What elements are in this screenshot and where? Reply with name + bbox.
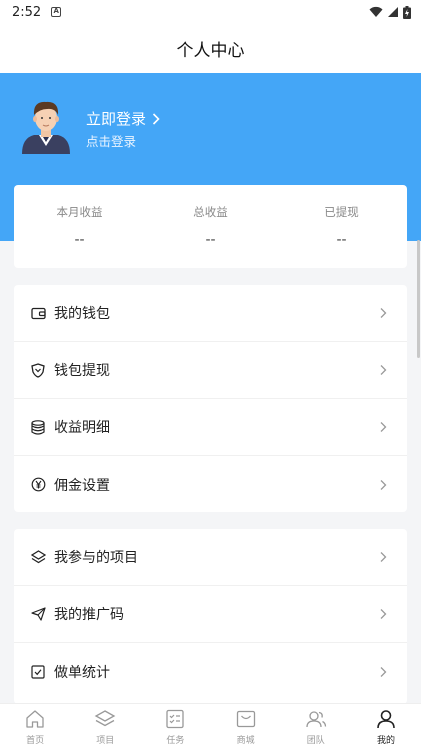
stat-label: 已提现: [324, 205, 359, 219]
stat-value: --: [336, 232, 347, 248]
chevron-right-icon: [380, 666, 387, 677]
title-bar: 个人中心: [0, 24, 421, 73]
menu-item-label: 佣金设置: [54, 477, 110, 494]
menu-item-my-projects[interactable]: 我参与的项目: [14, 529, 407, 586]
stat-value: --: [205, 232, 216, 248]
tab-label: 项目: [96, 736, 115, 746]
status-time: 2:52: [12, 4, 42, 20]
database-icon: [30, 419, 46, 435]
mall-icon: [236, 710, 255, 728]
menu-item-label: 我参与的项目: [54, 550, 138, 566]
status-right: [369, 5, 411, 19]
menu-item-commission-settings[interactable]: 佣金设置: [14, 456, 407, 512]
stat-label: 总收益: [193, 205, 228, 219]
menu-item-label: 我的钱包: [54, 306, 110, 322]
tab-label: 任务: [166, 736, 185, 746]
tab-home[interactable]: 首页: [0, 704, 70, 748]
wallet-icon: [30, 305, 46, 321]
chevron-right-icon: [380, 422, 387, 432]
login-link[interactable]: 立即登录: [86, 108, 160, 129]
team-icon: [306, 711, 326, 728]
earnings-stats-card: 本月收益 -- 总收益 -- 已提现 --: [14, 185, 407, 268]
layers-icon: [94, 710, 116, 727]
login-title-text: 立即登录: [86, 110, 147, 128]
layers-icon: [30, 549, 46, 565]
tab-mall[interactable]: 商城: [211, 704, 281, 748]
tab-projects[interactable]: 项目: [70, 704, 140, 748]
tab-label: 团队: [306, 736, 325, 746]
tab-label: 我的: [376, 736, 395, 746]
status-bar: 2:52 A: [0, 0, 421, 24]
menu-item-wallet-withdraw[interactable]: 钱包提现: [14, 342, 407, 399]
stat-label: 本月收益: [56, 205, 103, 219]
user-icon: [377, 710, 395, 729]
tab-me[interactable]: 我的: [351, 704, 421, 748]
yen-icon: [30, 477, 46, 493]
scrollbar-thumb[interactable]: [417, 240, 420, 358]
notification-icon: A: [51, 7, 62, 17]
menu-item-label: 钱包提现: [54, 363, 110, 379]
shield-icon: [30, 362, 46, 378]
stat-total-earnings[interactable]: 总收益 --: [145, 185, 276, 268]
chevron-right-icon: [380, 308, 387, 318]
chevron-right-icon: [380, 609, 387, 619]
page-title: 个人中心: [176, 41, 245, 61]
menu-group-projects: 我参与的项目 我的推广码 做单统计: [14, 529, 407, 704]
menu-group-wallet: 我的钱包 钱包提现 收益明细 佣金设置: [14, 285, 407, 512]
avatar[interactable]: [20, 98, 72, 154]
tab-tasks[interactable]: 任务: [140, 704, 210, 748]
battery-icon: [403, 5, 411, 19]
wifi-icon: [369, 6, 383, 17]
chevron-right-icon: [152, 112, 160, 125]
stat-monthly-earnings[interactable]: 本月收益 --: [14, 185, 145, 268]
cell-signal-icon: [388, 7, 398, 17]
chevron-right-icon: [380, 479, 387, 490]
menu-item-my-wallet[interactable]: 我的钱包: [14, 285, 407, 342]
menu-item-label: 做单统计: [54, 664, 110, 681]
menu-item-earnings-detail[interactable]: 收益明细: [14, 399, 407, 456]
tab-label: 商城: [236, 736, 255, 746]
stat-value: --: [74, 232, 85, 248]
menu-item-promo-code[interactable]: 我的推广码: [14, 586, 407, 643]
login-subtitle[interactable]: 点击登录: [86, 131, 136, 150]
send-icon: [30, 606, 46, 622]
task-list-icon: [166, 709, 185, 729]
menu-item-label: 收益明细: [54, 420, 110, 436]
tab-label: 首页: [26, 736, 45, 746]
tab-team[interactable]: 团队: [281, 704, 351, 748]
stat-withdrawn[interactable]: 已提现 --: [276, 185, 407, 268]
checkbox-icon: [30, 664, 46, 680]
menu-item-label: 我的推广码: [54, 607, 124, 623]
menu-item-order-stats[interactable]: 做单统计: [14, 643, 407, 700]
chevron-right-icon: [380, 365, 387, 375]
chevron-right-icon: [380, 552, 387, 562]
bottom-tab-bar: 首页 项目 任务 商城 团队 我的: [0, 703, 421, 748]
home-icon: [26, 710, 44, 728]
